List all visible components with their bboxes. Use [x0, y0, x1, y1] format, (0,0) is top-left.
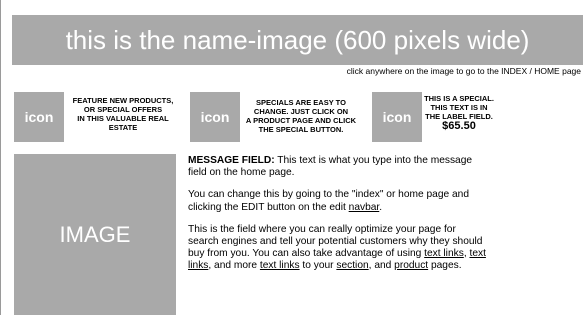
section-link[interactable]: section	[336, 260, 368, 271]
page-frame-border	[0, 0, 1, 315]
message-p3-sep-2: , and more	[208, 260, 260, 272]
feature-text-2: SPECIALS ARE EASY TO CHANGE. JUST CLICK …	[235, 98, 367, 134]
text-link-1[interactable]: text links	[424, 248, 464, 259]
feature-2-line-2: CHANGE. JUST CLICK ON	[253, 107, 349, 116]
message-p2-end: .	[379, 201, 383, 213]
banner-text: this is the name-image (600 pixels wide)	[65, 25, 530, 55]
icon-placeholder-label: icon	[24, 109, 54, 125]
feature-icon-3[interactable]: icon	[372, 92, 422, 142]
product-link[interactable]: product	[394, 260, 428, 271]
message-paragraph-2: You can change this by going to the "ind…	[188, 189, 488, 213]
message-p3-sep-3: to your	[299, 260, 337, 272]
icon-placeholder-label: icon	[382, 109, 412, 125]
feature-1-line-2: OR SPECIAL OFFERS	[83, 105, 163, 114]
message-p3-sep-4: , and	[368, 260, 395, 272]
message-p3-end: pages.	[428, 260, 462, 272]
feature-icon-2[interactable]: icon	[190, 92, 240, 142]
feature-1-line-3: IN THIS VALUABLE REAL	[77, 114, 169, 123]
feature-2-line-3: A PRODUCT PAGE AND CLICK	[245, 116, 357, 125]
message-title: MESSAGE FIELD:	[188, 155, 275, 166]
feature-block-2[interactable]: icon SPECIALS ARE EASY TO CHANGE. JUST C…	[190, 92, 365, 142]
message-field: MESSAGE FIELD: This text is what you typ…	[188, 155, 488, 283]
feature-block-3[interactable]: icon THIS IS A SPECIAL. THIS TEXT IS IN …	[372, 92, 532, 142]
feature-3-line-2: THIS TEXT IS IN	[430, 103, 488, 112]
icon-placeholder-label: icon	[200, 109, 230, 125]
main-image-placeholder: IMAGE	[14, 154, 176, 315]
navbar-link[interactable]: navbar	[349, 202, 380, 213]
feature-1-line-4: ESTATE	[108, 123, 138, 132]
feature-1-line-1: FEATURE NEW PRODUCTS,	[72, 96, 174, 105]
special-price: $65.50	[442, 120, 476, 132]
feature-2-line-1: SPECIALS ARE EASY TO	[256, 98, 346, 107]
feature-icon-1[interactable]: icon	[14, 92, 64, 142]
feature-text-3: THIS IS A SPECIAL. THIS TEXT IS IN THE L…	[418, 94, 500, 132]
name-image-banner[interactable]: this is the name-image (600 pixels wide)	[12, 15, 583, 65]
message-paragraph-3: This is the field where you can really o…	[188, 224, 488, 273]
image-placeholder-label: IMAGE	[59, 221, 131, 247]
feature-2-line-4: THE SPECIAL BUTTON.	[258, 125, 344, 134]
feature-3-line-1: THIS IS A SPECIAL.	[424, 94, 494, 103]
text-link-3[interactable]: text links	[260, 260, 300, 271]
click-note: click anywhere on the image to go to the…	[346, 66, 581, 76]
message-p2-text: You can change this by going to the "ind…	[188, 189, 469, 213]
feature-block-1[interactable]: icon FEATURE NEW PRODUCTS, OR SPECIAL OF…	[14, 92, 184, 142]
feature-text-1: FEATURE NEW PRODUCTS, OR SPECIAL OFFERS …	[62, 96, 184, 132]
message-paragraph-1: MESSAGE FIELD: This text is what you typ…	[188, 155, 488, 179]
